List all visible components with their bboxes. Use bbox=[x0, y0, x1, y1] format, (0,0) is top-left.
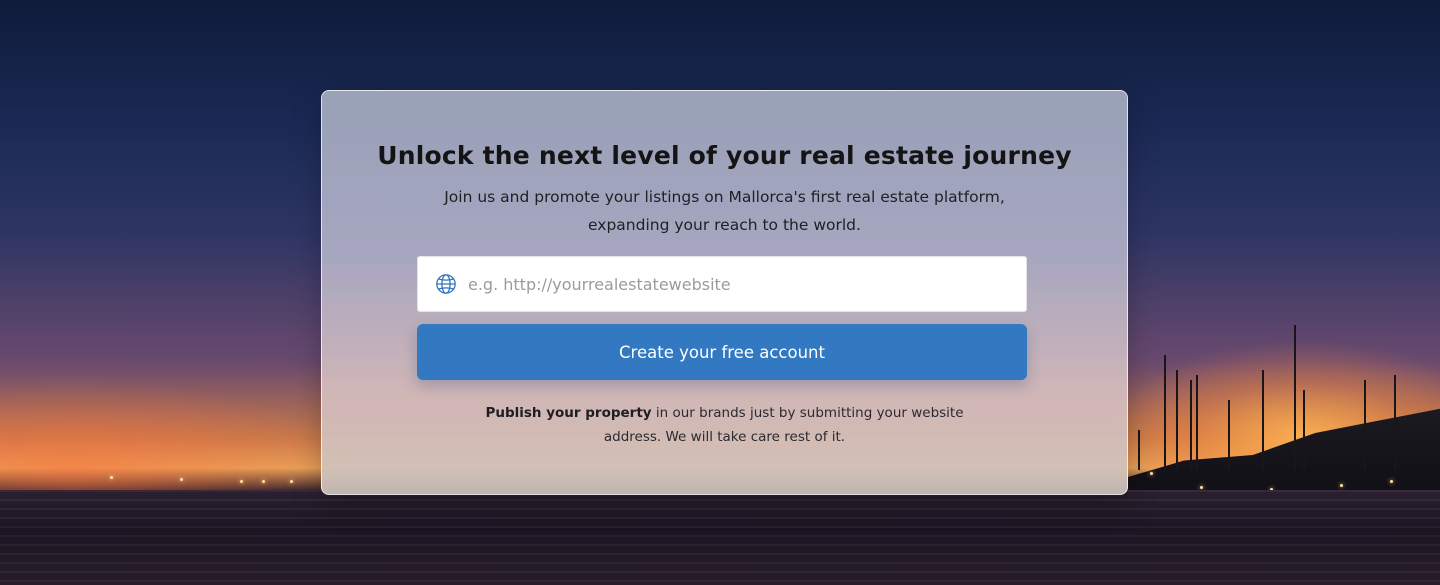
website-url-field[interactable] bbox=[417, 256, 1027, 312]
create-account-button[interactable]: Create your free account bbox=[417, 324, 1027, 380]
signup-card: Unlock the next level of your real estat… bbox=[321, 90, 1128, 495]
globe-icon bbox=[434, 272, 458, 296]
footnote: Publish your property in our brands just… bbox=[482, 401, 967, 449]
card-subtitle: Join us and promote your listings on Mal… bbox=[444, 188, 1005, 234]
card-title: Unlock the next level of your real estat… bbox=[377, 141, 1072, 170]
website-url-input[interactable] bbox=[466, 256, 1026, 312]
footnote-text: in our brands just by submitting your we… bbox=[603, 405, 964, 445]
sea-water bbox=[0, 490, 1440, 585]
footnote-bold: Publish your property bbox=[485, 405, 652, 421]
